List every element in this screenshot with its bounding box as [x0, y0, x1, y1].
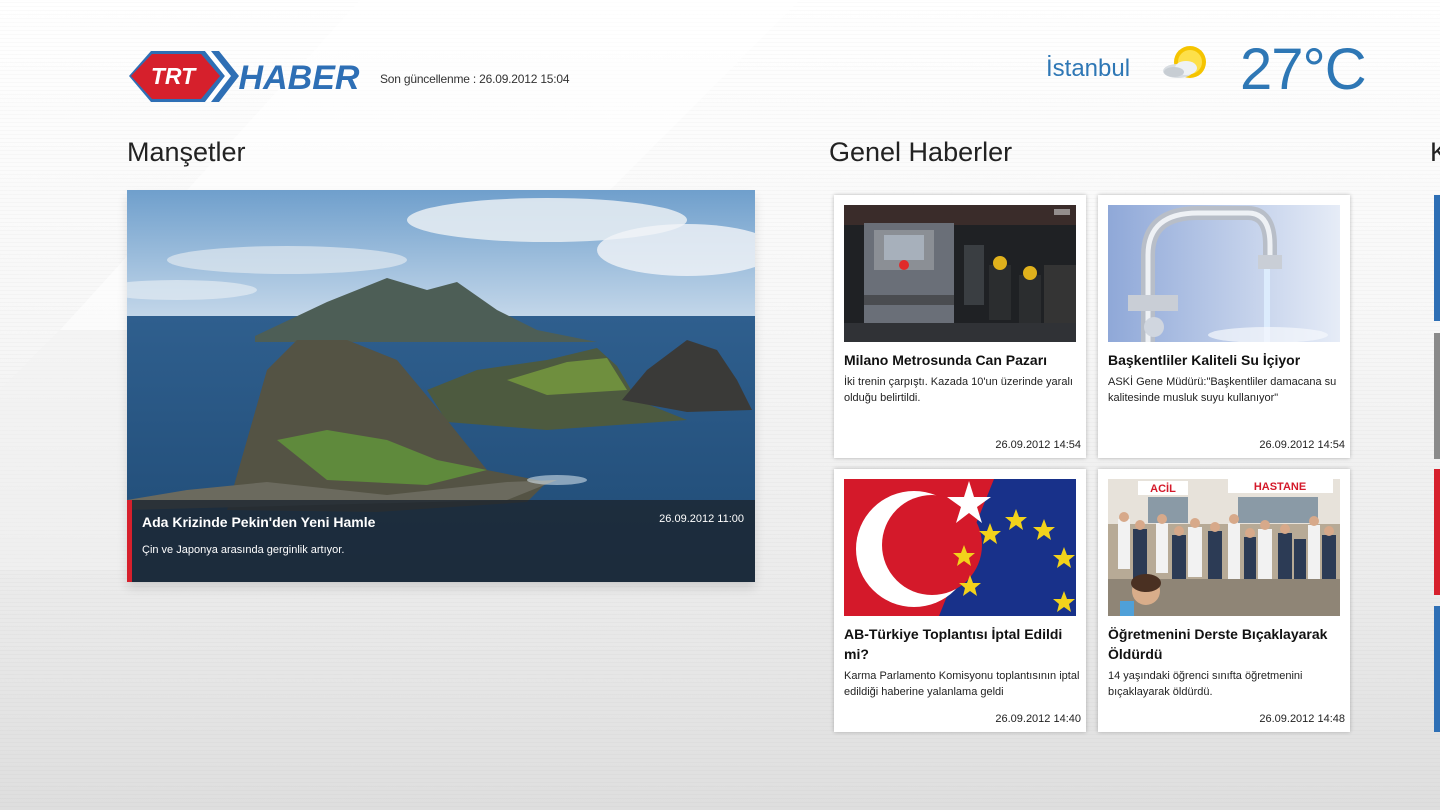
hero-news-tile[interactable]: Ada Krizinde Pekin'den Yeni Hamle 26.09.… [127, 190, 755, 582]
partial-tile-1[interactable] [1434, 195, 1440, 321]
news-card-date: 26.09.2012 14:54 [1259, 439, 1345, 451]
hero-caption: Ada Krizinde Pekin'den Yeni Hamle 26.09.… [127, 500, 755, 582]
trt-haber-logo[interactable]: TRT HABER [127, 47, 365, 107]
news-image-flags [844, 479, 1076, 616]
news-card-summary: ASKİ Gene Müdürü:"Başkentliler damacana … [1108, 376, 1337, 404]
news-card-eu-turkey[interactable]: AB-Türkiye Toplantısı İptal Edildi mi? K… [834, 469, 1086, 732]
partial-tile-2[interactable] [1434, 333, 1440, 459]
news-image-faucet [1108, 205, 1340, 342]
logo-trt-text: TRT [151, 63, 197, 89]
news-image-hospital-crowd: ACİL HASTANE [1108, 479, 1340, 616]
weather-city: İstanbul [1046, 55, 1131, 82]
acil-sign-text: ACİL [1150, 482, 1176, 495]
news-card-teacher[interactable]: ACİL HASTANE Öğretmenini Derste Bıçaklay… [1098, 469, 1350, 732]
partly-cloudy-icon [1160, 42, 1212, 88]
news-card-water[interactable]: Başkentliler Kaliteli Su İçiyor ASKİ Gen… [1098, 195, 1350, 458]
partial-tile-4[interactable] [1434, 606, 1440, 732]
hero-title: Ada Krizinde Pekin'den Yeni Hamle [142, 514, 376, 530]
news-card-title: Başkentliler Kaliteli Su İçiyor [1108, 352, 1301, 368]
news-card-date: 26.09.2012 14:54 [995, 439, 1081, 451]
hero-date: 26.09.2012 11:00 [659, 513, 744, 525]
logo-haber-text: HABER [239, 59, 360, 97]
section-title-partial: K [1430, 137, 1440, 167]
hastane-sign-text: HASTANE [1254, 481, 1306, 493]
news-card-date: 26.09.2012 14:40 [995, 713, 1081, 725]
section-title-general-news: Genel Haberler [829, 137, 1013, 167]
weather-temperature: 27°C [1240, 37, 1367, 102]
hero-summary: Çin ve Japonya arasında gerginlik artıyo… [142, 544, 345, 556]
section-title-headlines: Manşetler [127, 137, 246, 167]
news-card-title: Milano Metrosunda Can Pazarı [844, 352, 1048, 368]
news-card-date: 26.09.2012 14:48 [1259, 713, 1345, 725]
news-card-summary: Karma Parlamento Komisyonu toplantısının… [844, 670, 1080, 698]
news-image-metro [844, 205, 1076, 342]
news-card-summary: 14 yaşındaki öğrenci sınıfta öğretmenini… [1108, 670, 1303, 698]
last-update-text: Son güncellenme : 26.09.2012 15:04 [380, 72, 570, 86]
news-card-milano[interactable]: Milano Metrosunda Can Pazarı İki trenin … [834, 195, 1086, 458]
news-card-title: Öğretmenini Derste Bıçaklayarak Öldürdü [1108, 626, 1328, 662]
news-card-title: AB-Türkiye Toplantısı İptal Edildi mi? [844, 626, 1063, 662]
news-card-summary: İki trenin çarpıştı. Kazada 10'un üzerin… [844, 376, 1073, 404]
partial-tile-3[interactable] [1434, 469, 1440, 595]
